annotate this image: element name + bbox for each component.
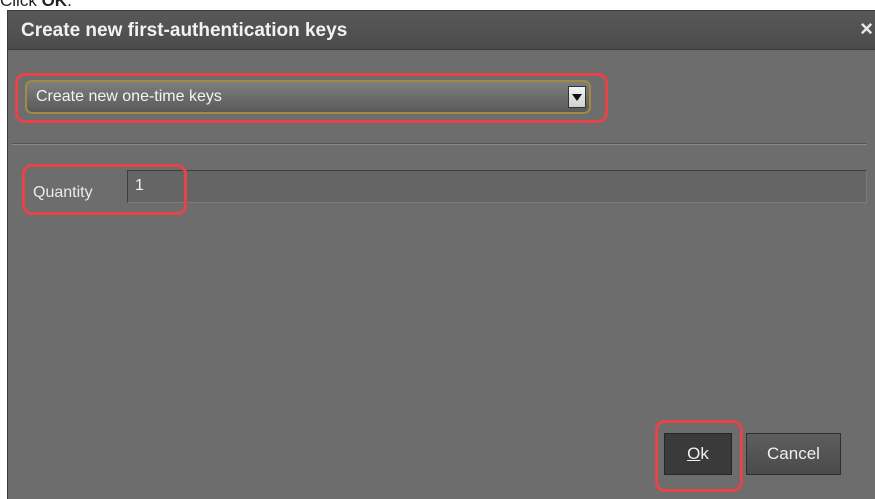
cancel-button[interactable]: Cancel [746,433,841,475]
ok-mnemonic: O [687,444,701,463]
dropdown-arrow-icon[interactable] [568,86,586,108]
dialog-titlebar: Create new first-authentication keys × [8,11,875,50]
instruction-suffix: . [67,0,72,10]
quantity-field-bar [127,170,867,203]
quantity-label: Quantity [33,184,93,201]
instruction-prefix: Click [0,0,42,10]
divider [12,144,867,145]
key-type-select[interactable]: Create new one-time keys [25,80,591,114]
ok-button[interactable]: Ok [664,433,732,475]
close-icon[interactable]: × [860,18,873,40]
dialog-title: Create new first-authentication keys [21,20,348,41]
ok-label-rest: k [700,444,709,463]
instruction-target: OK [41,0,68,10]
quantity-input[interactable] [128,172,181,200]
key-type-selected-value: Create new one-time keys [36,88,222,105]
